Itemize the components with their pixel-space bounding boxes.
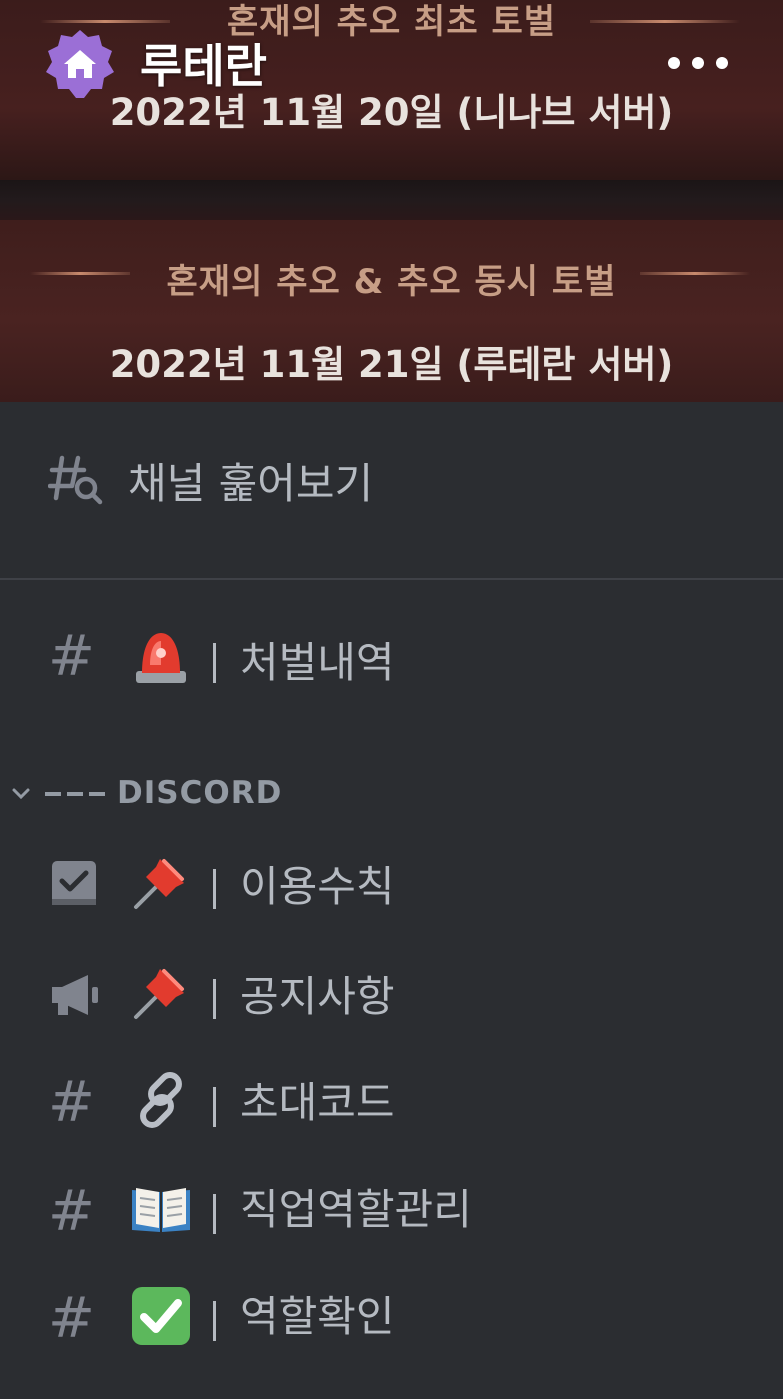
hash-icon: # [48,1070,95,1135]
hash-icon: # [48,624,95,689]
channel-label: 공지사항 [240,972,395,1021]
channel-item[interactable]: 이용수칙 [0,845,783,930]
home-icon[interactable] [44,28,116,100]
channel-item[interactable]: # 직업역할관리 [0,1170,783,1255]
browse-channels-row[interactable]: 채널 훑어보기 [0,402,783,580]
hash-icon: # [48,1179,95,1244]
channel-label: 처벌내역 [240,638,395,687]
pushpin-emoji [134,969,184,1019]
link-emoji [140,1072,182,1128]
channel-label: 역할확인 [240,1292,395,1341]
browse-channels-icon [48,455,103,505]
chevron-down-icon [12,788,30,800]
channel-item[interactable]: # 처벌내역 [0,615,783,700]
channel-item[interactable]: # 초대코드 [0,1063,783,1148]
channel-label: 이용수칙 [240,862,395,911]
server-header[interactable]: 루테란 [0,0,783,125]
browse-channels-label: 채널 훑어보기 [128,459,374,508]
open-book-emoji [132,1188,190,1232]
divider [0,578,783,580]
category-label: DISCORD [117,775,283,811]
channel-item[interactable]: # 역할확인 [0,1277,783,1362]
channel-item[interactable]: 공지사항 [0,955,783,1040]
check-mark-button-emoji [132,1287,190,1345]
dash-decoration [45,792,105,796]
more-dots-icon[interactable] [668,48,728,78]
rules-icon [52,861,96,905]
banner-line2-date: 2022년 11월 21일 (루테란 서버) [109,343,674,386]
channel-label: 직업역할관리 [240,1185,472,1234]
channel-label: 초대코드 [240,1078,395,1127]
rotating-light-emoji [136,633,186,683]
server-name[interactable]: 루테란 [140,30,267,96]
announcement-icon [52,975,98,1015]
banner-line2-title: 혼재의 추오 & 추오 동시 토벌 [166,262,617,302]
pushpin-emoji [134,859,184,909]
hash-icon: # [48,1286,95,1351]
